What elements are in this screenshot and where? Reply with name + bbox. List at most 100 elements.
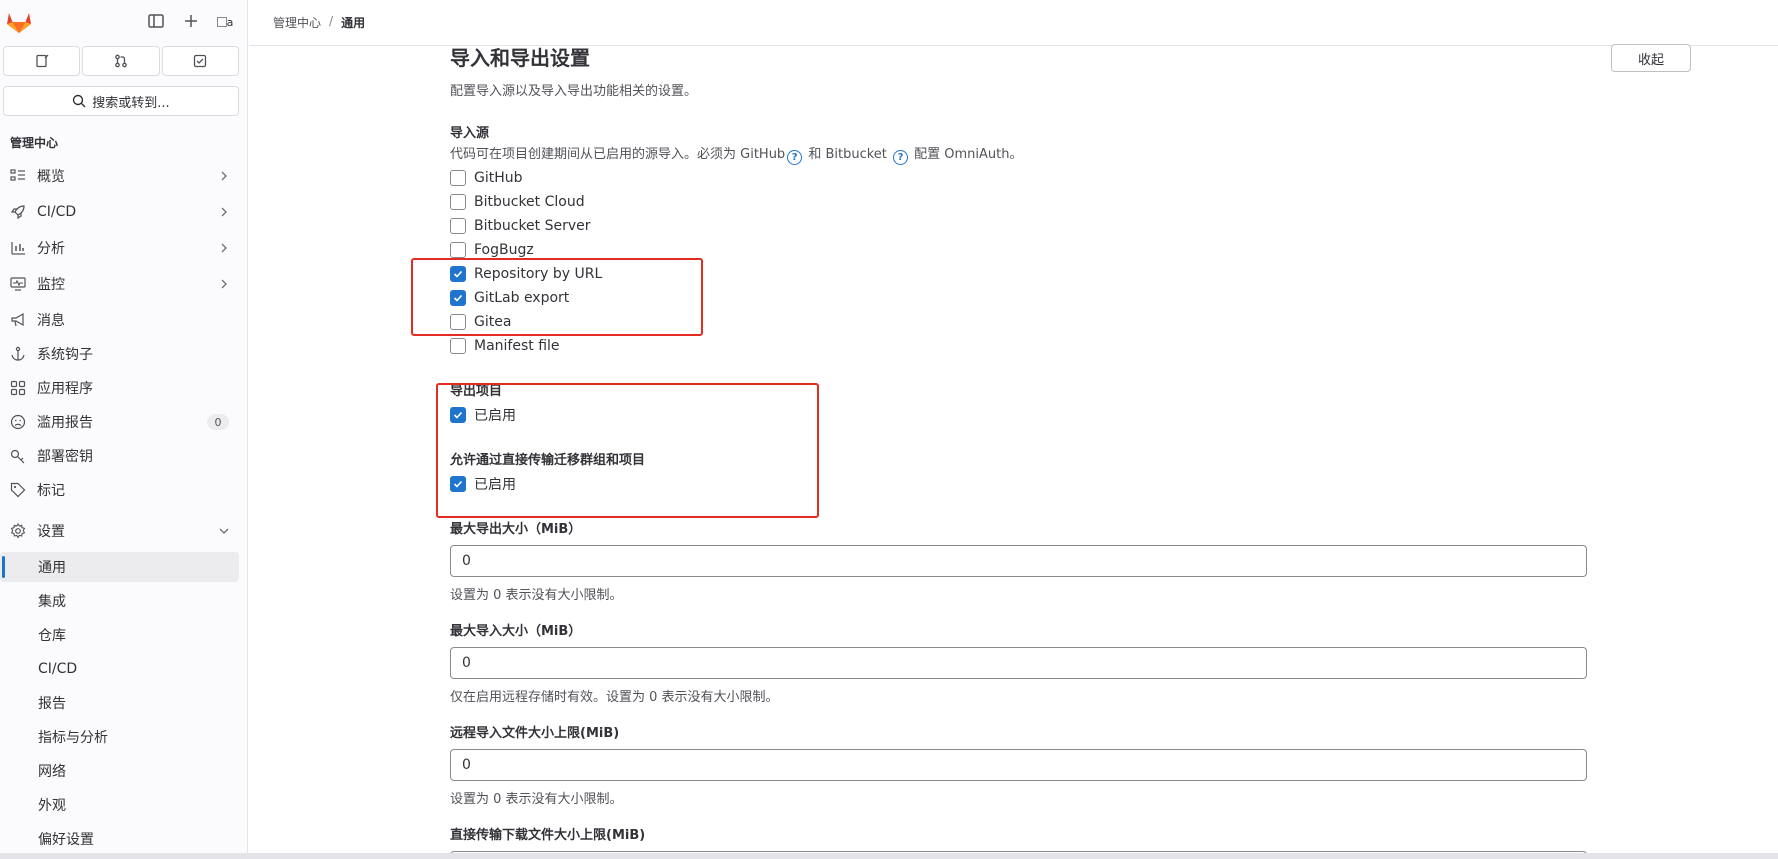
sidebar-item-settings[interactable]: 设置 [0,516,239,546]
checkbox-label: Manifest file [474,338,560,354]
sidebar-item-label: 部署密钥 [37,449,93,465]
issues-icon [36,54,49,68]
bitbucket-help-icon[interactable]: ? [893,150,909,165]
import-source-bitbucket-cloud[interactable]: Bitbucket Cloud [450,192,585,212]
section-title: 导入和导出设置 [450,46,590,70]
merge-requests-tab-button[interactable] [82,46,160,76]
sidebar-subitem-cicd[interactable]: CI/CD [0,654,239,684]
breadcrumb-current[interactable]: 通用 [341,14,365,31]
direct-download-size-label: 直接传输下载文件大小上限(MiB) [450,828,646,843]
monitor-icon [10,276,26,292]
chevron-right-icon [221,171,227,181]
sidebar-subitem-appearance[interactable]: 外观 [0,790,239,820]
sidebar-item-labels[interactable]: 标记 [0,475,239,505]
chevron-right-icon [221,279,227,289]
sidebar-subitem-reporting[interactable]: 报告 [0,688,239,718]
sidebar-item-cicd[interactable]: CI/CD [0,197,239,227]
sidebar-toggle-icon[interactable] [147,12,165,30]
import-source-github[interactable]: GitHub [450,168,523,188]
checkbox[interactable] [450,338,466,354]
sidebar-subitem-network[interactable]: 网络 [0,756,239,786]
chevron-down-icon [219,528,229,534]
sidebar-item-applications[interactable]: 应用程序 [0,373,239,403]
chart-icon [10,240,26,256]
import-sources-label: 导入源 [450,126,490,141]
plus-icon[interactable] [182,12,200,30]
broken-image-icon [216,17,227,27]
collapse-button[interactable]: 收起 [1611,44,1691,72]
anchor-icon [10,346,26,362]
max-export-size-help: 设置为 0 表示没有大小限制。 [450,588,623,603]
sidebar-item-label: 标记 [37,483,65,499]
sidebar-item-analytics[interactable]: 分析 [0,233,239,263]
breadcrumb-parent-link[interactable]: 管理中心 [273,14,321,31]
breadcrumb-separator: / [329,14,334,28]
sidebar-item-label: 分析 [37,241,65,257]
import-help-prefix: 代码可在项目创建期间从已启用的源导入。必须为 GitHub [450,147,786,162]
issues-tab-button[interactable] [3,46,81,76]
max-export-size-input[interactable]: 0 [450,545,1587,577]
sidebar-subitem-integrations[interactable]: 集成 [0,586,239,616]
search-label: 搜索或转到... [92,95,170,111]
checkbox-label: FogBugz [474,242,534,258]
sidebar-item-deploy-keys[interactable]: 部署密钥 [0,441,239,471]
remote-import-size-help: 设置为 0 表示没有大小限制。 [450,792,623,807]
sidebar-item-label: 消息 [37,313,65,329]
max-export-size-label: 最大导出大小（MiB） [450,522,582,537]
sidebar-item-label: 滥用报告 [37,415,93,431]
sidebar-item-label: 系统钩子 [37,347,93,363]
import-source-manifest-file[interactable]: Manifest file [450,336,560,356]
sidebar-item-abuse-reports[interactable]: 滥用报告 0 [0,407,239,437]
import-help-middle: 和 Bitbucket [804,147,892,162]
sidebar-subitem-preferences[interactable]: 偏好设置 [0,824,239,854]
highlight-box-import-sources [411,258,703,336]
checkbox-label: Bitbucket Server [474,218,591,234]
sidebar-item-system-hooks[interactable]: 系统钩子 [0,339,239,369]
search-button[interactable]: 搜索或转到... [3,86,239,116]
sidebar-top: a [0,0,247,42]
todo-tab-button[interactable] [161,46,239,76]
search-icon [73,94,86,108]
github-help-icon[interactable]: ? [787,150,803,165]
import-sources-help: 代码可在项目创建期间从已启用的源导入。必须为 GitHub? 和 Bitbuck… [450,143,1023,165]
label-icon [10,482,26,498]
checkbox[interactable] [450,242,466,258]
sidebar-quick-tabs [3,46,239,76]
todo-icon [194,54,207,68]
remote-import-size-input[interactable]: 0 [450,749,1587,781]
sidebar-subitem-repository[interactable]: 仓库 [0,620,239,650]
avatar[interactable]: a [212,9,238,35]
horizontal-scrollbar[interactable] [0,853,1778,859]
checkbox-label: Bitbucket Cloud [474,194,585,210]
gitlab-logo-icon[interactable] [6,10,32,34]
max-import-size-label: 最大导入大小（MiB） [450,624,582,639]
bullhorn-icon [10,312,26,328]
checkbox[interactable] [450,218,466,234]
import-source-fogbugz[interactable]: FogBugz [450,240,534,260]
remote-import-size-label: 远程导入文件大小上限(MiB) [450,726,620,741]
max-import-size-help: 仅在启用远程存储时有效。设置为 0 表示没有大小限制。 [450,690,779,705]
chevron-right-icon [221,207,227,217]
rocket-icon [10,204,26,220]
sidebar-item-label: CI/CD [37,204,77,220]
sidebar-subitem-general[interactable]: 通用 [0,552,239,582]
checkbox-label: GitHub [474,170,523,186]
sidebar-item-label: 应用程序 [37,381,93,397]
sidebar-item-label: 设置 [37,524,65,540]
sidebar-item-label: 监控 [37,277,65,293]
max-import-size-input[interactable]: 0 [450,647,1587,679]
section-description: 配置导入源以及导入导出功能相关的设置。 [450,84,698,99]
sidebar-item-monitoring[interactable]: 监控 [0,269,239,299]
applications-icon [10,380,26,396]
breadcrumb: 管理中心 / 通用 [273,14,365,31]
top-header: 管理中心 / 通用 [249,0,1778,46]
abuse-icon [10,414,26,430]
checkbox[interactable] [450,170,466,186]
sidebar-item-overview[interactable]: 概览 [0,161,239,191]
sidebar: a 搜索或转到... 管理中心 概览 CI/CD 分析 监控 消息 系统钩子 应… [0,0,248,859]
sidebar-subitem-metrics[interactable]: 指标与分析 [0,722,239,752]
overview-icon [10,168,26,184]
sidebar-item-messages[interactable]: 消息 [0,305,239,335]
import-source-bitbucket-server[interactable]: Bitbucket Server [450,216,591,236]
checkbox[interactable] [450,194,466,210]
